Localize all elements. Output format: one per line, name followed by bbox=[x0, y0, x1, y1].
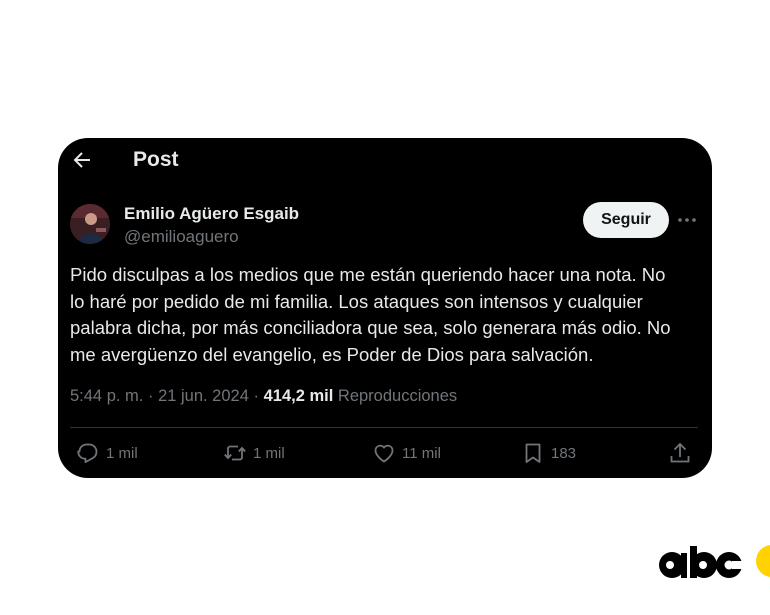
author-name[interactable]: Emilio Agüero Esgaib bbox=[124, 204, 299, 224]
author-handle[interactable]: @emilioaguero bbox=[124, 227, 239, 247]
share-icon[interactable] bbox=[668, 441, 692, 465]
reply-icon bbox=[77, 443, 98, 463]
bookmark-icon bbox=[525, 443, 541, 463]
bookmark-count: 183 bbox=[551, 444, 577, 462]
post-time[interactable]: 5:44 p. m. bbox=[70, 387, 143, 405]
post-text: Pido disculpas a los medios que me están… bbox=[70, 264, 671, 365]
meta-separator: · bbox=[253, 387, 264, 405]
repost-button[interactable]: 1 mil bbox=[223, 441, 285, 465]
bookmark-button[interactable]: 183 bbox=[521, 441, 576, 465]
more-horizontal-icon[interactable] bbox=[676, 210, 698, 230]
post-date[interactable]: 21 jun. 2024 bbox=[158, 387, 249, 405]
like-count: 11 mil bbox=[402, 444, 441, 462]
views-label: Reproducciones bbox=[337, 387, 458, 405]
reply-button[interactable]: 1 mil bbox=[76, 441, 138, 465]
page-title: Post bbox=[133, 148, 179, 171]
views-count: 414,2 mil bbox=[263, 387, 334, 405]
repost-count: 1 mil bbox=[253, 444, 285, 462]
abc-logo bbox=[659, 545, 770, 578]
reply-count: 1 mil bbox=[106, 444, 138, 462]
like-button[interactable]: 11 mil bbox=[372, 441, 441, 465]
avatar[interactable] bbox=[70, 204, 110, 244]
meta-separator: · bbox=[147, 387, 159, 405]
repost-icon bbox=[224, 445, 246, 461]
divider bbox=[70, 427, 698, 428]
follow-button[interactable]: Seguir bbox=[583, 202, 669, 238]
post-card: Post Emilio Agüero Esgaib @emilioaguero … bbox=[58, 138, 712, 478]
heart-icon bbox=[374, 444, 394, 463]
arrow-left-icon[interactable] bbox=[70, 148, 94, 172]
post-meta: 5:44 p. m. · 21 jun. 2024 · 414,2 mil Re… bbox=[70, 387, 457, 406]
